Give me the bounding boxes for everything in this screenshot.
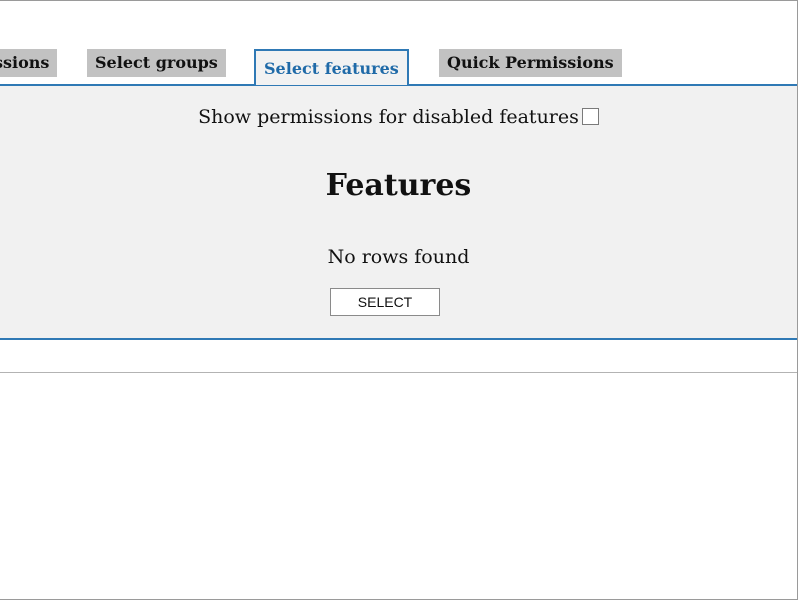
tab-permissions-label: ssions [0, 53, 50, 72]
divider [0, 372, 797, 373]
tab-select-features-label: Select features [264, 59, 399, 78]
features-panel: Show permissions for disabled features F… [0, 84, 797, 340]
app-window: ssions Select groups Select features Qui… [0, 0, 798, 600]
features-heading: Features [325, 168, 472, 203]
show-disabled-row: Show permissions for disabled features [0, 106, 797, 128]
show-disabled-label: Show permissions for disabled features [198, 106, 579, 128]
select-button[interactable]: SELECT [330, 288, 440, 316]
tab-select-groups-label: Select groups [95, 53, 218, 72]
show-disabled-checkbox[interactable] [581, 108, 599, 125]
tab-quick-permissions[interactable]: Quick Permissions [439, 49, 622, 77]
tab-select-features[interactable]: Select features [254, 49, 409, 85]
empty-message: No rows found [327, 246, 470, 268]
tab-permissions[interactable]: ssions [0, 49, 58, 77]
tab-select-groups[interactable]: Select groups [87, 49, 226, 77]
tab-quick-permissions-label: Quick Permissions [447, 53, 614, 72]
